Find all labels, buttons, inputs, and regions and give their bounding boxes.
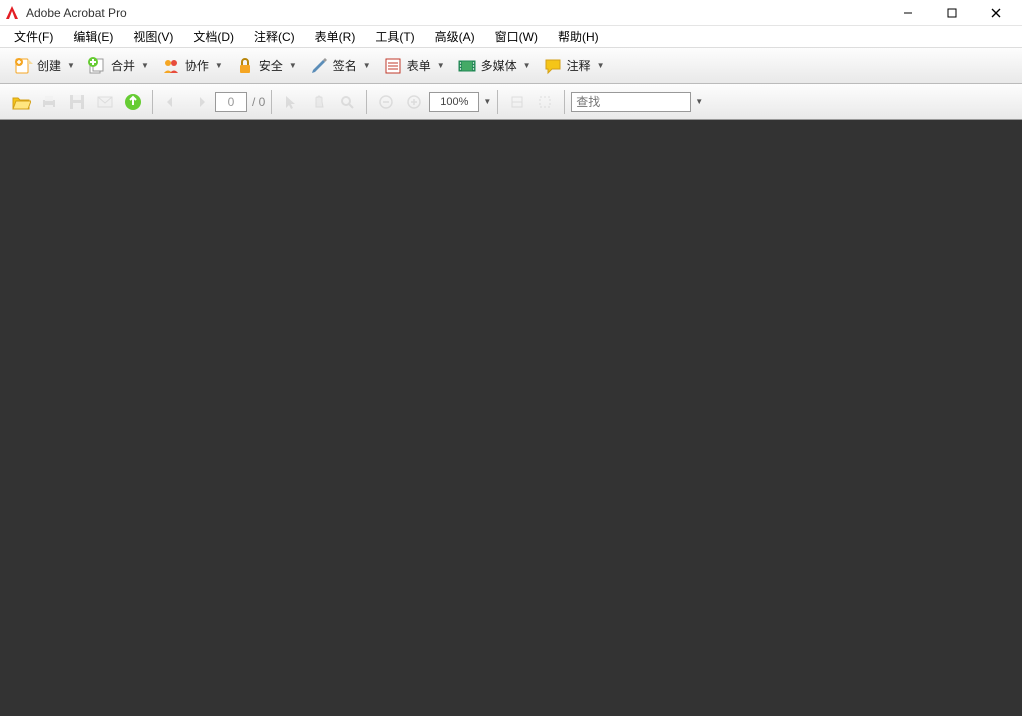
app-logo-icon bbox=[4, 5, 20, 21]
multimedia-icon bbox=[457, 56, 477, 76]
file-toolbar: / 0 100% ▼ ▼ bbox=[0, 84, 1022, 120]
menu-edit[interactable]: 编辑(E) bbox=[63, 26, 123, 47]
create-button[interactable]: 创建 ▼ bbox=[8, 53, 80, 79]
titlebar: Adobe Acrobat Pro bbox=[0, 0, 1022, 26]
sign-button[interactable]: 签名 ▼ bbox=[304, 53, 376, 79]
next-page-button[interactable] bbox=[187, 89, 213, 115]
multimedia-label: 多媒体 bbox=[481, 57, 517, 74]
combine-label: 合并 bbox=[111, 57, 135, 74]
fit-width-button[interactable] bbox=[504, 89, 530, 115]
prev-page-button[interactable] bbox=[159, 89, 185, 115]
zoom-dropdown-icon[interactable]: ▼ bbox=[483, 97, 491, 106]
separator bbox=[497, 90, 498, 114]
collaborate-icon bbox=[161, 56, 181, 76]
search-dropdown-icon[interactable]: ▼ bbox=[695, 97, 703, 106]
upload-button[interactable] bbox=[120, 89, 146, 115]
dropdown-arrow-icon: ▼ bbox=[523, 61, 531, 70]
document-area bbox=[0, 120, 1022, 716]
dropdown-arrow-icon: ▼ bbox=[215, 61, 223, 70]
create-pdf-icon bbox=[13, 56, 33, 76]
comment-label: 注释 bbox=[567, 57, 591, 74]
dropdown-arrow-icon: ▼ bbox=[289, 61, 297, 70]
main-toolbar: 创建 ▼ 合并 ▼ 协作 ▼ 安全 ▼ 签名 ▼ 表单 ▼ bbox=[0, 48, 1022, 84]
marquee-zoom-button[interactable] bbox=[334, 89, 360, 115]
menu-window[interactable]: 窗口(W) bbox=[485, 26, 548, 47]
comment-icon bbox=[543, 56, 563, 76]
combine-button[interactable]: 合并 ▼ bbox=[82, 53, 154, 79]
select-tool-button[interactable] bbox=[278, 89, 304, 115]
dropdown-arrow-icon: ▼ bbox=[437, 61, 445, 70]
save-button[interactable] bbox=[64, 89, 90, 115]
close-button[interactable] bbox=[974, 0, 1018, 26]
comment-button[interactable]: 注释 ▼ bbox=[538, 53, 610, 79]
separator bbox=[564, 90, 565, 114]
dropdown-arrow-icon: ▼ bbox=[67, 61, 75, 70]
separator bbox=[152, 90, 153, 114]
print-button[interactable] bbox=[36, 89, 62, 115]
create-label: 创建 bbox=[37, 57, 61, 74]
zoom-level[interactable]: 100% bbox=[429, 92, 479, 112]
search-input[interactable] bbox=[571, 92, 691, 112]
forms-icon bbox=[383, 56, 403, 76]
page-number-input[interactable] bbox=[215, 92, 247, 112]
menubar: 文件(F) 编辑(E) 视图(V) 文档(D) 注释(C) 表单(R) 工具(T… bbox=[0, 26, 1022, 48]
dropdown-arrow-icon: ▼ bbox=[363, 61, 371, 70]
menu-advanced[interactable]: 高级(A) bbox=[425, 26, 485, 47]
menu-file[interactable]: 文件(F) bbox=[4, 26, 63, 47]
lock-icon bbox=[235, 56, 255, 76]
menu-comment[interactable]: 注释(C) bbox=[244, 26, 305, 47]
sign-label: 签名 bbox=[333, 57, 357, 74]
secure-button[interactable]: 安全 ▼ bbox=[230, 53, 302, 79]
menu-help[interactable]: 帮助(H) bbox=[548, 26, 609, 47]
maximize-button[interactable] bbox=[930, 0, 974, 26]
page-total: / 0 bbox=[252, 95, 265, 109]
collaborate-button[interactable]: 协作 ▼ bbox=[156, 53, 228, 79]
menu-document[interactable]: 文档(D) bbox=[183, 26, 244, 47]
pen-icon bbox=[309, 56, 329, 76]
forms-button[interactable]: 表单 ▼ bbox=[378, 53, 450, 79]
separator bbox=[366, 90, 367, 114]
multimedia-button[interactable]: 多媒体 ▼ bbox=[452, 53, 536, 79]
forms-label: 表单 bbox=[407, 57, 431, 74]
zoom-out-button[interactable] bbox=[373, 89, 399, 115]
email-button[interactable] bbox=[92, 89, 118, 115]
dropdown-arrow-icon: ▼ bbox=[597, 61, 605, 70]
menu-forms[interactable]: 表单(R) bbox=[305, 26, 366, 47]
zoom-in-button[interactable] bbox=[401, 89, 427, 115]
menu-tools[interactable]: 工具(T) bbox=[365, 26, 424, 47]
secure-label: 安全 bbox=[259, 57, 283, 74]
hand-tool-button[interactable] bbox=[306, 89, 332, 115]
fit-page-button[interactable] bbox=[532, 89, 558, 115]
separator bbox=[271, 90, 272, 114]
minimize-button[interactable] bbox=[886, 0, 930, 26]
menu-view[interactable]: 视图(V) bbox=[123, 26, 183, 47]
dropdown-arrow-icon: ▼ bbox=[141, 61, 149, 70]
collaborate-label: 协作 bbox=[185, 57, 209, 74]
combine-icon bbox=[87, 56, 107, 76]
open-button[interactable] bbox=[8, 89, 34, 115]
window-title: Adobe Acrobat Pro bbox=[26, 6, 127, 20]
